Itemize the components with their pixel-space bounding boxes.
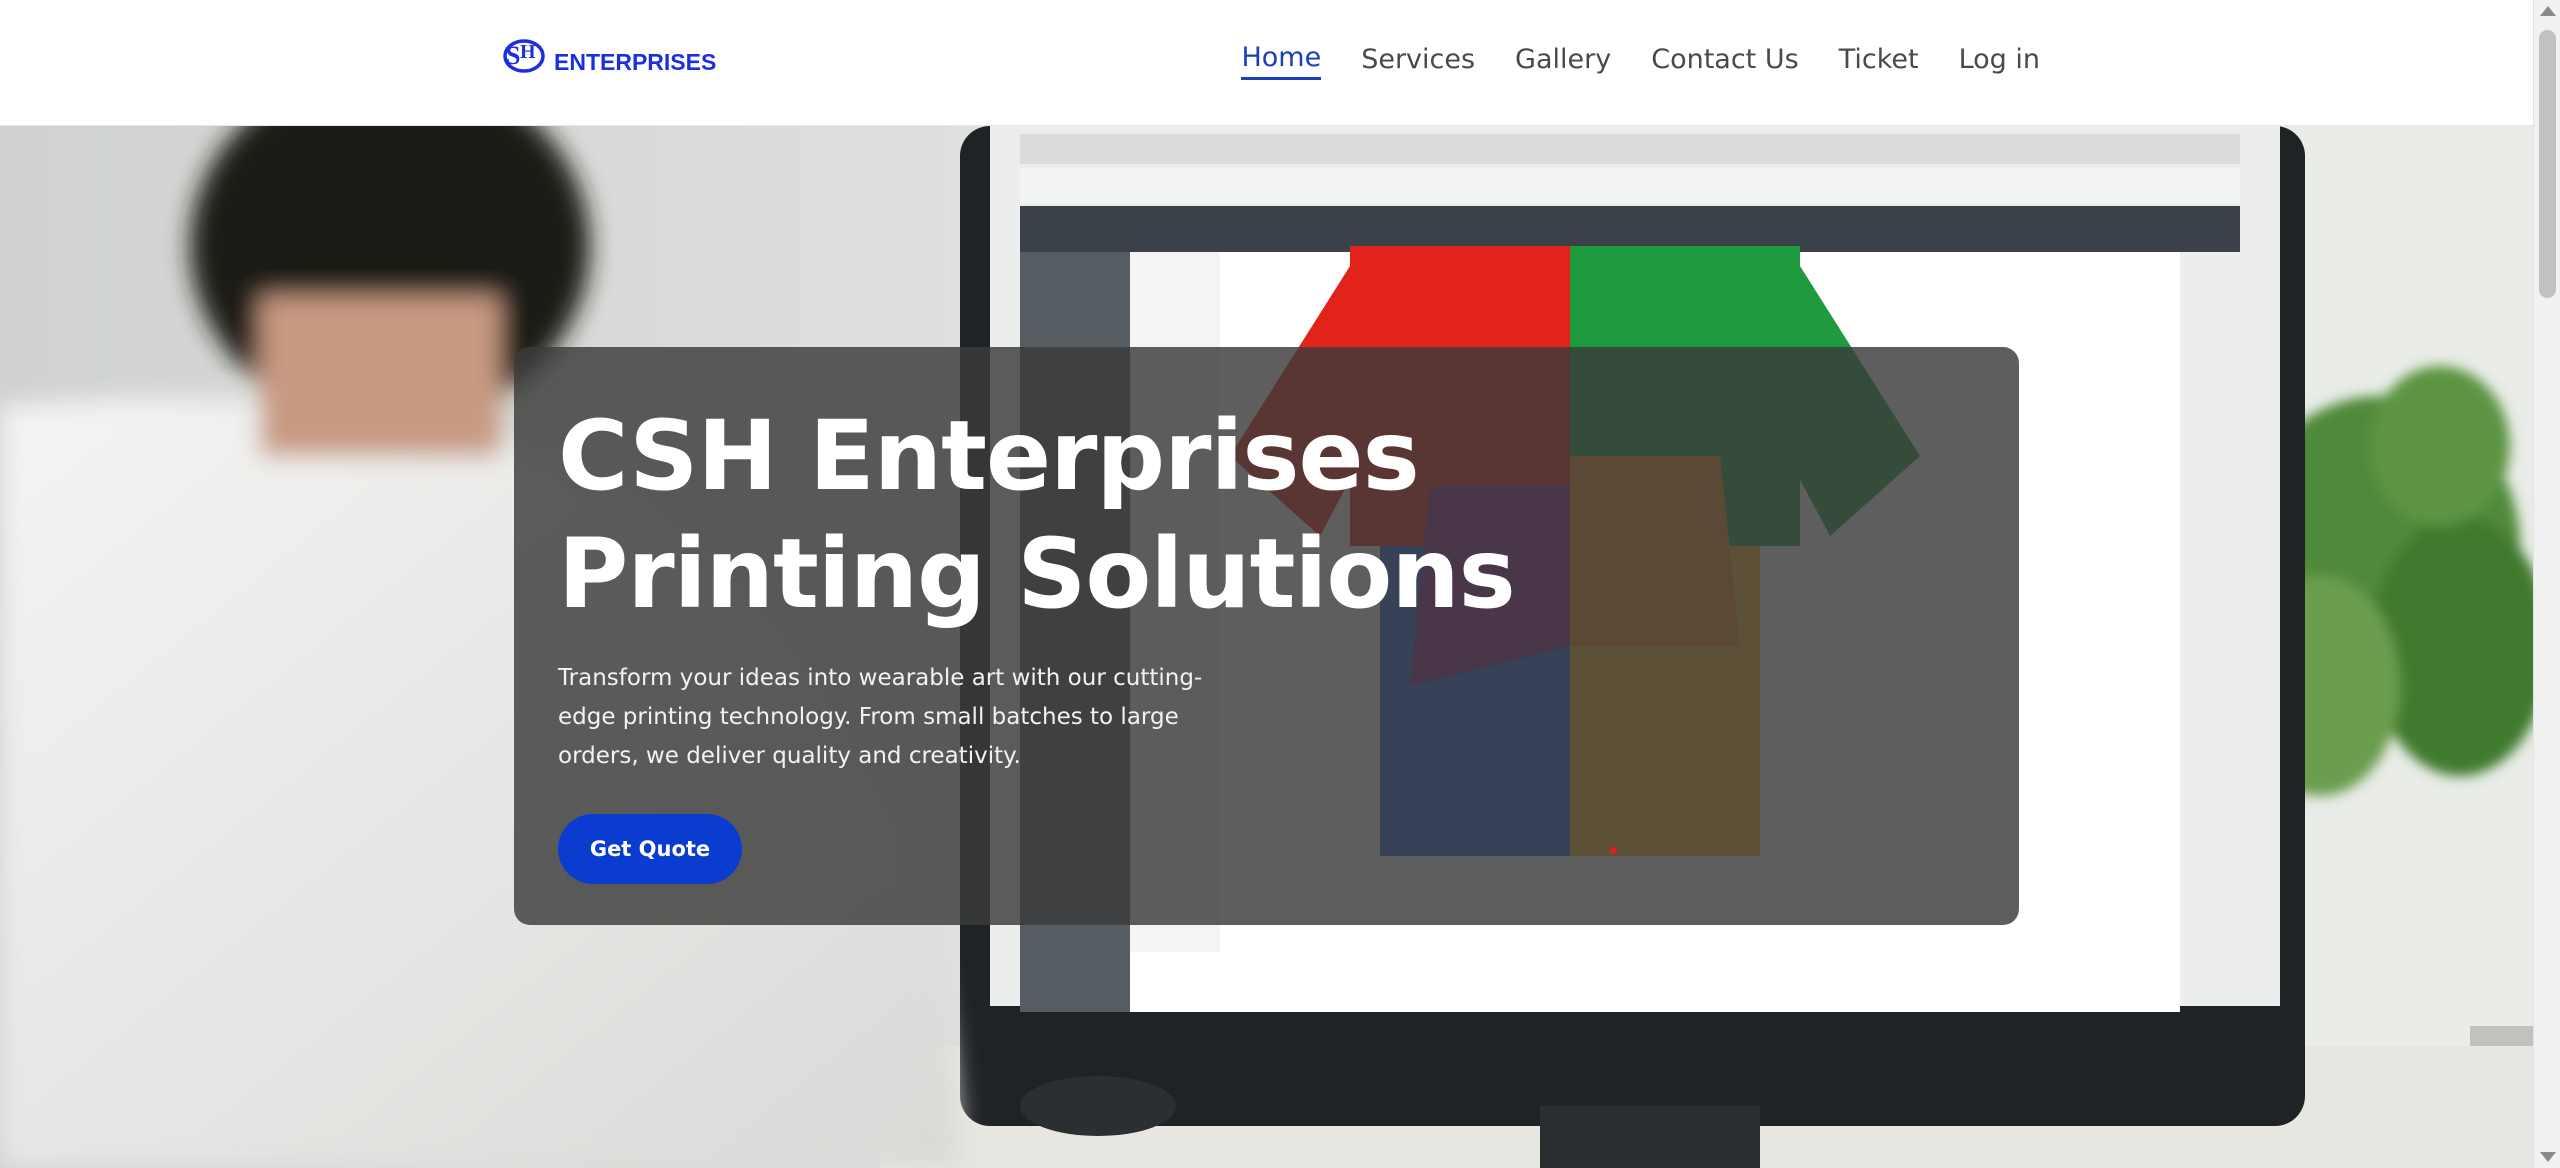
scroll-up-arrow-icon[interactable] [2540,6,2556,16]
svg-text:S: S [506,41,520,70]
top-navbar: S H ENTERPRISES Home Services Gallery Co… [0,0,2533,126]
hero-title: CSH Enterprises Printing Solutions [558,400,1516,630]
hero-description: Transform your ideas into wearable art w… [558,665,1203,769]
scrollbar-thumb[interactable] [2539,30,2556,298]
page: S H ENTERPRISES Home Services Gallery Co… [0,0,2533,1168]
carousel-indicator-dot[interactable] [1610,847,1617,854]
nav-ticket[interactable]: Ticket [1839,44,1919,79]
nav-contact-us[interactable]: Contact Us [1651,44,1798,79]
svg-text:H: H [520,41,536,63]
scroll-down-arrow-icon[interactable] [2540,1152,2556,1162]
get-quote-button[interactable]: Get Quote [558,814,742,884]
vertical-scrollbar[interactable] [2533,0,2560,1168]
nav-home[interactable]: Home [1241,42,1322,80]
csh-monogram-icon: S H [503,39,545,73]
nav-services[interactable]: Services [1361,44,1475,79]
hero-card: CSH Enterprises Printing Solutions Trans… [514,347,2019,925]
nav-log-in[interactable]: Log in [1959,44,2040,79]
hero-section: CSH Enterprises Printing Solutions Trans… [0,126,2533,1168]
brand-name: ENTERPRISES [554,48,717,75]
brand-home-link[interactable]: S H ENTERPRISES [500,34,716,78]
nav-gallery[interactable]: Gallery [1515,44,1611,79]
main-nav: Home Services Gallery Contact Us Ticket … [1241,42,2040,80]
